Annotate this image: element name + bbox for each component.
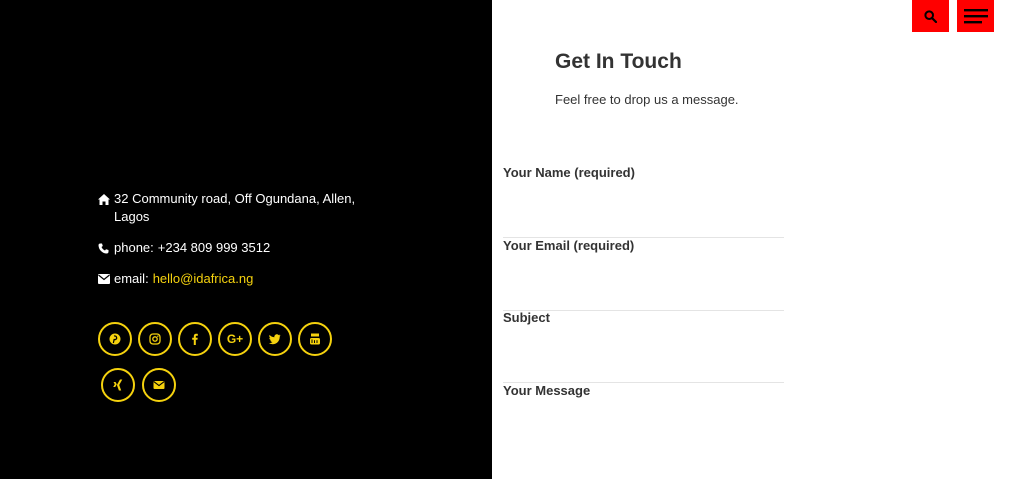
pinterest-button[interactable] xyxy=(98,322,132,356)
phone-line: phone: +234 809 999 3512 xyxy=(98,239,368,257)
xing-icon xyxy=(113,379,123,391)
subject-field-label: Subject xyxy=(503,310,550,325)
contact-info-panel: 32 Community road, Off Ogundana, Allen, … xyxy=(0,0,492,479)
menu-icon xyxy=(963,9,988,24)
message-field-label: Your Message xyxy=(503,383,591,398)
email-field-label: Your Email (required) xyxy=(503,238,635,253)
phone-number: +234 809 999 3512 xyxy=(157,240,271,255)
email-label: email: xyxy=(114,271,149,286)
form-subtitle: Feel free to drop us a message. xyxy=(555,92,739,107)
youtube-icon xyxy=(310,333,320,345)
email-line: email: hello@idafrica.ng xyxy=(98,270,368,288)
instagram-button[interactable] xyxy=(138,322,172,356)
name-field-label: Your Name (required) xyxy=(503,165,635,180)
message-field-group: Your Message xyxy=(503,383,784,479)
email-link[interactable]: hello@idafrica.ng xyxy=(153,270,254,288)
home-icon xyxy=(98,190,111,208)
name-input[interactable] xyxy=(503,187,784,215)
envelope-icon xyxy=(98,270,111,288)
address-line: 32 Community road, Off Ogundana, Allen, … xyxy=(98,190,368,226)
menu-button[interactable] xyxy=(957,0,994,32)
xing-button[interactable] xyxy=(101,368,135,402)
facebook-icon xyxy=(192,333,198,345)
envelope-icon xyxy=(153,381,165,389)
address-text: 32 Community road, Off Ogundana, Allen, … xyxy=(114,191,356,224)
subject-input[interactable] xyxy=(503,332,784,360)
subject-field-group: Subject xyxy=(503,310,784,383)
youtube-button[interactable] xyxy=(298,322,332,356)
form-title: Get In Touch xyxy=(555,50,682,73)
contact-details: 32 Community road, Off Ogundana, Allen, … xyxy=(98,190,368,301)
email-input[interactable] xyxy=(503,260,784,288)
search-button[interactable] xyxy=(912,0,949,32)
pinterest-icon xyxy=(109,333,121,345)
instagram-icon xyxy=(149,333,161,345)
phone-icon xyxy=(98,239,111,257)
twitter-icon xyxy=(269,334,281,345)
twitter-button[interactable] xyxy=(258,322,292,356)
google-plus-icon: G+ xyxy=(226,332,244,346)
message-textarea[interactable] xyxy=(503,405,784,475)
email-button[interactable] xyxy=(142,368,176,402)
google-plus-button[interactable]: G+ xyxy=(218,322,252,356)
social-links-row-1: G+ xyxy=(98,322,332,356)
social-links-row-2 xyxy=(101,368,176,402)
search-icon xyxy=(924,9,937,23)
facebook-button[interactable] xyxy=(178,322,212,356)
email-field-group: Your Email (required) xyxy=(503,238,784,311)
phone-label: phone: xyxy=(114,240,154,255)
name-field-group: Your Name (required) xyxy=(503,165,784,238)
